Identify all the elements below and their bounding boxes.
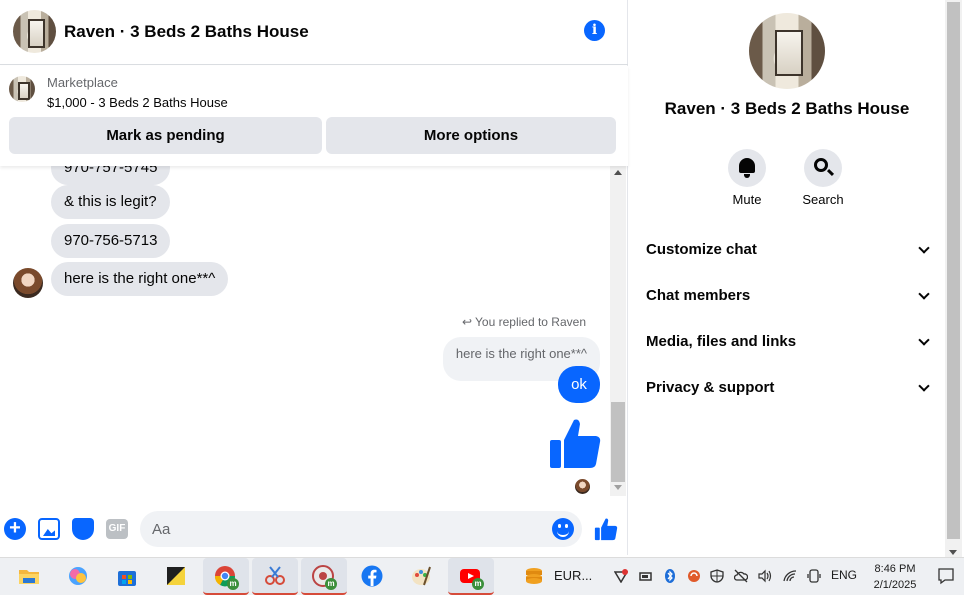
message-bubble-incoming[interactable]: 970-756-5713 [51,224,171,258]
gif-icon[interactable]: GIF [106,519,128,539]
bluetooth-icon[interactable] [663,569,677,583]
scroll-up-arrow-icon[interactable] [614,170,622,175]
marketplace-label: Marketplace [47,75,118,90]
page-scroll-down-icon[interactable] [949,550,957,555]
wifi-icon[interactable] [783,569,797,583]
store-icon[interactable] [116,565,138,587]
more-options-button[interactable]: More options [326,117,616,154]
clock-date: 2/1/2025 [873,579,917,591]
section-label: Media, files and links [646,333,797,350]
message-bubble-outgoing[interactable]: ok [558,366,600,403]
search-label: Search [802,192,844,207]
conversation-title[interactable]: Raven · 3 Beds 2 Baths House [64,22,309,42]
snipping-tool-icon[interactable] [264,565,286,587]
sync-icon[interactable] [687,569,701,583]
section-customize-chat[interactable]: Customize chat [646,236,930,264]
chat-header: Raven · 3 Beds 2 Baths House i [0,0,628,65]
message-input[interactable] [152,511,542,547]
profile-badge: m [325,578,337,590]
search-icon [814,158,828,172]
scrollbar-thumb[interactable] [611,402,625,482]
emoji-icon[interactable] [552,518,574,540]
chevron-down-icon [918,242,930,254]
clock[interactable]: 8:46 PM 2/1/2025 [866,561,924,593]
cellular-icon[interactable] [807,569,821,583]
sticker-icon[interactable] [72,518,94,540]
currency-widget-label[interactable]: EUR... [554,568,592,583]
chat-pane: Raven · 3 Beds 2 Baths House i Marketpla… [0,0,628,555]
send-like-icon[interactable] [594,517,618,541]
cloud-offline-icon[interactable] [734,569,748,583]
section-label: Chat members [646,287,751,304]
taskbar: m m m EUR... ENG 8:46 PM 2/1/2025 [0,557,964,595]
info-avatar[interactable] [749,13,825,89]
mark-as-pending-button[interactable]: Mark as pending [9,117,322,154]
marketplace-banner: Marketplace $1,000 - 3 Beds 2 Baths Hous… [0,66,628,166]
listing-title[interactable]: $1,000 - 3 Beds 2 Baths House [47,95,228,110]
chevron-down-icon [918,380,930,392]
reply-indicator-label: You replied to Raven [475,315,586,329]
seen-avatar [575,479,590,494]
facebook-icon[interactable] [361,565,383,587]
mute-label: Mute [732,192,762,207]
reply-indicator: ↩ You replied to Raven [462,315,586,329]
network-alert-icon[interactable] [614,569,628,583]
profile-badge: m [472,578,484,590]
copilot-icon[interactable] [67,565,89,587]
sticky-notes-icon[interactable] [165,565,187,587]
section-label: Customize chat [646,241,757,258]
page-scrollbar[interactable] [945,0,962,558]
mute-button[interactable]: Mute [717,149,777,207]
security-icon[interactable] [710,569,724,583]
section-chat-members[interactable]: Chat members [646,282,930,310]
search-circle[interactable] [804,149,842,187]
conversation-avatar[interactable] [13,10,56,53]
composer: + GIF [0,505,628,553]
file-explorer-icon[interactable] [18,565,40,587]
info-icon[interactable]: i [584,20,605,41]
clock-time: 8:46 PM [874,563,916,575]
section-media-files-links[interactable]: Media, files and links [646,328,930,356]
message-list: 970-757-5745 & this is legit? 970-756-57… [0,166,610,496]
conversation-info-panel: Raven · 3 Beds 2 Baths House Mute Search… [629,0,945,555]
battery-icon[interactable] [639,569,653,583]
chevron-down-icon [918,288,930,300]
currency-widget-icon[interactable] [523,565,545,587]
message-input-box[interactable] [140,511,582,547]
section-privacy-support[interactable]: Privacy & support [646,374,930,402]
volume-icon[interactable] [758,569,772,583]
message-bubble-incoming[interactable]: & this is legit? [51,185,170,219]
scroll-down-arrow-icon[interactable] [614,485,622,490]
search-button[interactable]: Search [793,149,853,207]
language-indicator[interactable]: ENG [831,568,857,582]
sender-avatar[interactable] [13,268,43,298]
paint-icon[interactable] [410,565,432,587]
message-bubble-incoming[interactable]: 970-757-5745 [51,166,171,185]
plus-icon[interactable]: + [4,518,26,540]
profile-badge: m [227,578,239,590]
message-bubble-incoming[interactable]: here is the right one**^ [51,262,229,296]
info-title: Raven · 3 Beds 2 Baths House [664,99,910,118]
reply-arrow-icon: ↩ [461,315,473,329]
message-scrollbar[interactable] [610,166,626,496]
bell-icon [739,158,755,178]
page-scrollbar-thumb[interactable] [947,2,960,539]
section-label: Privacy & support [646,379,775,396]
image-icon[interactable] [38,518,60,540]
mute-circle[interactable] [728,149,766,187]
chevron-down-icon [918,334,930,346]
notifications-icon[interactable] [937,567,955,585]
thumbs-up-icon[interactable] [548,416,602,470]
listing-thumbnail[interactable] [9,76,35,102]
